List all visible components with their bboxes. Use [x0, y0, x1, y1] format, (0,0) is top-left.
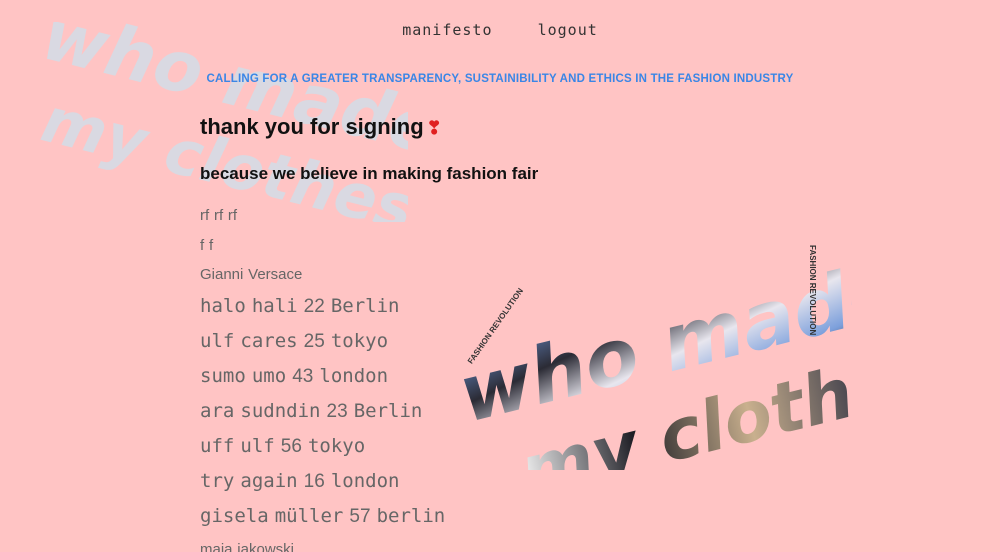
tagline: CALLING FOR A GREATER TRANSPARENCY, SUST… — [206, 73, 794, 85]
signer-last-name: sudndin — [240, 400, 321, 422]
signer-age: 25 — [303, 331, 325, 352]
signer-first-name: uff — [200, 435, 235, 457]
signer-age: 43 — [292, 366, 314, 387]
signer-age: 22 — [303, 296, 325, 317]
signer-city: berlin — [376, 505, 446, 527]
signer-last-name: f — [208, 237, 214, 254]
heart-icon: ❣ — [426, 118, 442, 138]
signer-entry: ara sudndin 23 Berlin — [200, 394, 445, 429]
signer-first-name: rf — [200, 207, 210, 224]
signer-entry: f f — [200, 231, 445, 260]
signer-entry: uff ulf 56 tokyo — [200, 429, 445, 464]
signer-last-name: hali — [251, 295, 298, 317]
signer-first-name: maja — [200, 541, 233, 552]
signer-city: rf — [227, 207, 238, 224]
nav-logout-link[interactable]: logout — [538, 21, 598, 39]
page: who made my clothes? manifesto logout CA… — [0, 0, 1000, 552]
signer-age: 16 — [303, 471, 325, 492]
who-made-my-clothes-collage-logo: who made my clothes? FASHION REVOLUTION … — [452, 244, 852, 470]
signer-city: Berlin — [330, 295, 400, 317]
signer-last-name: again — [240, 470, 298, 492]
signer-last-name: rf — [213, 207, 224, 224]
signer-first-name: f — [200, 237, 205, 254]
signer-entry: maja jakowski — [200, 534, 445, 552]
signer-first-name: Gianni — [200, 266, 244, 283]
watermark-line1: who made — [34, 22, 408, 171]
thank-you-heading: thank you for signing ❣ — [200, 114, 442, 140]
top-nav: manifesto logout — [0, 20, 1000, 39]
signer-city: london — [330, 470, 400, 492]
signer-entry: ulf cares 25 tokyo — [200, 324, 445, 359]
signer-last-name: Versace — [248, 266, 303, 283]
signer-city: tokyo — [330, 330, 389, 352]
signer-entry: Gianni Versace — [200, 260, 445, 289]
signer-age: 23 — [326, 401, 348, 422]
signer-last-name: cares — [240, 330, 298, 352]
signer-city: tokyo — [307, 435, 366, 457]
signer-first-name: gisela — [200, 505, 269, 527]
signer-entry: rf rf rf — [200, 200, 445, 231]
signer-last-name: müller — [274, 505, 344, 527]
signer-first-name: ulf — [200, 330, 235, 352]
signer-first-name: try — [200, 470, 235, 492]
signer-last-name: umo — [251, 365, 287, 387]
signer-city: Berlin — [353, 400, 423, 422]
signer-age: 56 — [280, 436, 302, 457]
thank-you-text: thank you for signing — [200, 114, 424, 139]
signer-last-name: jakowski — [237, 541, 294, 552]
signer-first-name: sumo — [200, 365, 246, 387]
signer-city: london — [319, 365, 389, 387]
collage-badge-right: FASHION REVOLUTION — [808, 245, 817, 335]
signer-age: 57 — [349, 506, 371, 527]
signer-last-name: ulf — [240, 435, 275, 457]
signer-entry: sumo umo 43 london — [200, 359, 445, 394]
signer-first-name: halo — [200, 295, 246, 317]
nav-manifesto-link[interactable]: manifesto — [402, 21, 492, 39]
signer-entry: gisela müller 57 berlin — [200, 499, 445, 534]
signer-first-name: ara — [200, 400, 235, 422]
subheading: because we believe in making fashion fai… — [200, 164, 539, 183]
signers-list: rf rf rf f f Gianni Versace halo hali 22 Be… — [200, 200, 445, 552]
signer-entry: try again 16 london — [200, 464, 445, 499]
signer-entry: halo hali 22 Berlin — [200, 289, 445, 324]
